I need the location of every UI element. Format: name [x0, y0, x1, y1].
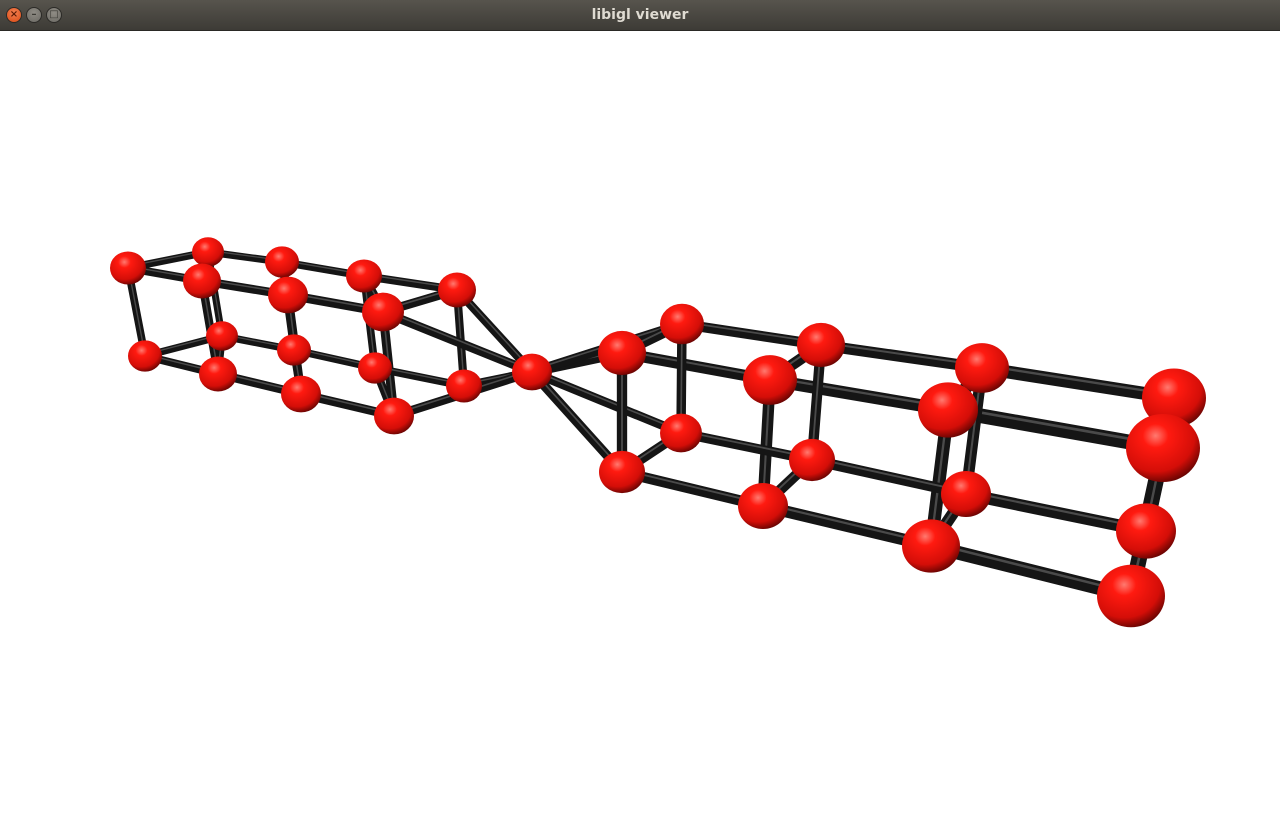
node-h [512, 353, 552, 391]
node-s5 [902, 519, 960, 573]
node-d2 [281, 375, 321, 413]
node-a2 [192, 237, 224, 267]
node-d1 [199, 356, 237, 392]
3d-viewport[interactable] [0, 30, 1280, 830]
node-r4 [797, 322, 845, 368]
node-a5 [438, 272, 476, 308]
node-s1 [599, 450, 645, 494]
node-c1 [128, 340, 162, 372]
node-a4 [346, 259, 382, 293]
window-title: libigl viewer [591, 7, 689, 23]
node-s2 [660, 413, 702, 453]
wireframe-scene[interactable] [0, 30, 1280, 830]
node-r1 [598, 330, 646, 376]
node-b1 [183, 263, 221, 299]
node-s7 [1097, 564, 1165, 628]
node-a3 [265, 246, 299, 278]
node-s6 [941, 471, 991, 517]
node-b3 [362, 292, 404, 332]
node-s8 [1116, 503, 1176, 559]
node-r6 [955, 343, 1009, 393]
node-c3 [277, 334, 311, 366]
node-r2 [660, 303, 704, 345]
node-r3 [743, 355, 797, 405]
node-c5 [446, 369, 482, 403]
node-s4 [789, 438, 835, 482]
node-b2 [268, 276, 308, 314]
node-c4 [358, 352, 392, 384]
node-c2 [206, 321, 238, 351]
node-a1 [110, 251, 146, 285]
node-d3 [374, 397, 414, 435]
window-titlebar[interactable]: × – □ libigl viewer [0, 0, 1280, 31]
node-s3 [738, 483, 788, 529]
node-r7 [1126, 413, 1200, 483]
node-r5 [918, 382, 978, 438]
